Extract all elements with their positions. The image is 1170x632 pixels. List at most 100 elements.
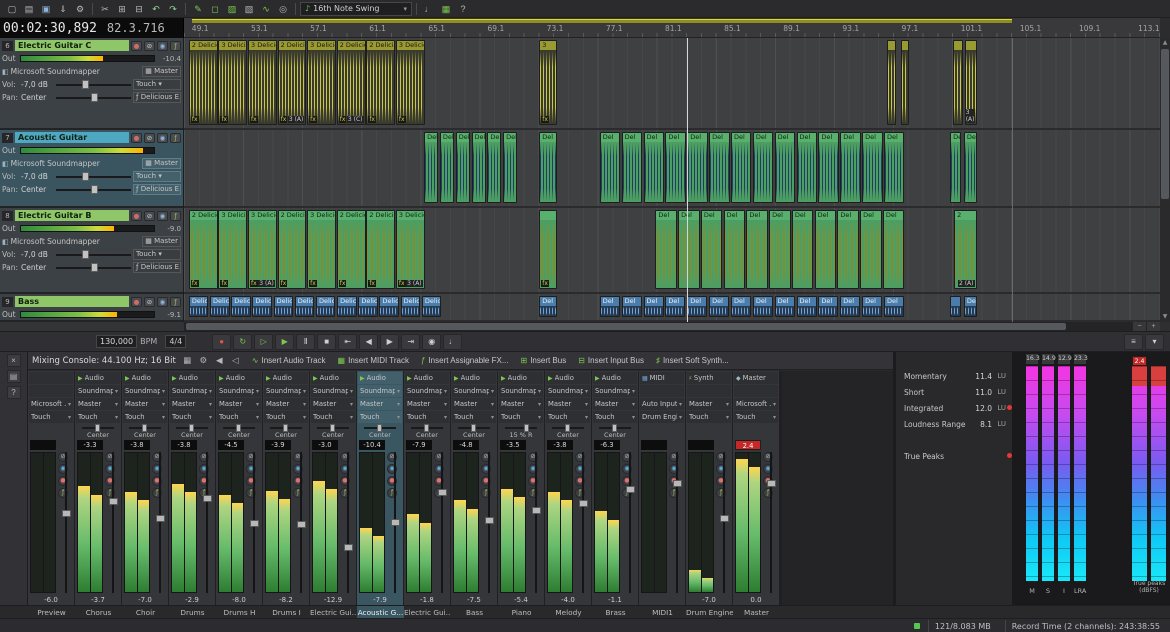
strip-fader[interactable]: [391, 452, 400, 593]
track-bus-button[interactable]: ▦ Master: [142, 236, 181, 247]
strip-pan-control[interactable]: [734, 424, 778, 439]
play-from-start-button[interactable]: ▷: [254, 334, 273, 350]
horizontal-scrollbar[interactable]: − +: [184, 322, 1160, 331]
clip-fx-badge[interactable]: fx: [191, 280, 199, 287]
audio-clip[interactable]: Del: [792, 210, 813, 289]
strip-selector-row[interactable]: Touch▾: [452, 411, 496, 423]
clip-fx-badge[interactable]: fx: [220, 280, 228, 287]
audio-clip[interactable]: Del: [622, 132, 642, 203]
strip-fader[interactable]: [673, 452, 682, 593]
envelope-tool-icon[interactable]: ∿: [258, 1, 274, 16]
audio-clip[interactable]: Delicious: [401, 296, 421, 317]
mute-icon[interactable]: ⊘: [144, 297, 155, 307]
strip-type-row[interactable]: ▶Audio: [217, 372, 261, 384]
strip-fader[interactable]: [720, 452, 729, 593]
strip-selector-row[interactable]: Soundmapper▾: [217, 385, 261, 397]
audio-clip[interactable]: Del: [883, 210, 904, 289]
clip-fx-badge[interactable]: fx: [541, 116, 549, 123]
mixer-channel-strip[interactable]: ▶AudioSoundmapper▾Master▾Touch▾Center-3.…: [122, 371, 168, 605]
mute-icon[interactable]: ⊘: [144, 211, 155, 221]
audio-clip[interactable]: Del: [797, 132, 817, 203]
volume-thumb[interactable]: [82, 250, 89, 259]
strip-fader[interactable]: [532, 452, 541, 593]
strip-selector-row[interactable]: Drum Engine▾: [640, 411, 684, 423]
track-device-select[interactable]: Microsoft Soundmapper: [11, 237, 141, 246]
audio-clip[interactable]: Del: [709, 132, 729, 203]
audio-clip[interactable]: Del: [862, 296, 882, 317]
insert-midi-track-button[interactable]: ▦Insert MIDI Track: [333, 353, 414, 368]
strip-selector-row[interactable]: Soundmapper▾: [405, 385, 449, 397]
strip-fader[interactable]: [109, 452, 118, 593]
audio-clip[interactable]: Del: [539, 132, 557, 203]
volume-slider[interactable]: [56, 249, 131, 260]
audio-clip[interactable]: Del: [687, 132, 707, 203]
track-fx-icon[interactable]: ƒ: [170, 133, 181, 143]
audio-clip[interactable]: 3 (A): [965, 40, 978, 125]
loop-region-bar[interactable]: [192, 19, 1012, 23]
metronome-toggle-button[interactable]: ♩: [443, 334, 462, 350]
strip-fader[interactable]: [250, 452, 259, 593]
channel-name[interactable]: Electric Gui...: [404, 606, 451, 618]
audio-clip[interactable]: Del: [731, 296, 751, 317]
automation-mode-button[interactable]: Touch ▾: [133, 171, 181, 182]
strip-pan-control[interactable]: Center: [405, 424, 449, 439]
track-fx-icon[interactable]: ƒ: [170, 41, 181, 51]
audio-clip[interactable]: Del: [709, 296, 729, 317]
mixer-channel-strip[interactable]: ◆MasterMicrosoft ...▾Touch▾2.4⊘◉●ƒ0.0: [733, 371, 779, 605]
strip-type-row[interactable]: ▦MIDI: [640, 372, 684, 384]
strip-type-row[interactable]: ▶Audio: [170, 372, 214, 384]
input-monitor-icon[interactable]: ▦: [438, 1, 454, 16]
strip-pan-control[interactable]: [687, 424, 731, 439]
audio-clip[interactable]: Del: [837, 210, 858, 289]
audio-clip[interactable]: Delicious: [422, 296, 442, 317]
zoom-out-button[interactable]: −: [1133, 322, 1146, 331]
audio-clip[interactable]: 3 Deliciofx3 (A): [248, 210, 277, 289]
mixer-channel-strip[interactable]: Microsoft ...▾Touch▾⊘◉●ƒ-6.0: [28, 371, 74, 605]
strip-selector-row[interactable]: Touch▾: [170, 411, 214, 423]
mixer-channel-strip[interactable]: ▶AudioSoundmapper▾Master▾Touch▾Center-3.…: [545, 371, 591, 605]
audio-clip[interactable]: Delicious: [358, 296, 378, 317]
copy-icon[interactable]: ⊞: [114, 1, 130, 16]
dim-output-icon[interactable]: ◁: [228, 354, 243, 368]
close-panel-button[interactable]: ×: [7, 354, 21, 367]
audio-clip[interactable]: [950, 296, 961, 317]
tempo-value[interactable]: 130,000: [96, 335, 137, 348]
audio-clip[interactable]: Delicious: [316, 296, 336, 317]
audio-clip[interactable]: Del: [884, 132, 904, 203]
fader-handle[interactable]: [297, 521, 306, 528]
channel-name[interactable]: Drums: [169, 606, 216, 618]
draw-tool-icon[interactable]: ✎: [190, 1, 206, 16]
strip-fader[interactable]: [203, 452, 212, 593]
strip-type-row[interactable]: ▶Audio: [405, 372, 449, 384]
mixer-channel-strip[interactable]: ▶AudioSoundmapper▾Master▾Touch▾Center-6.…: [592, 371, 638, 605]
track-name[interactable]: Electric Guitar C: [15, 40, 129, 51]
swing-select[interactable]: ♪16th Note Swing▾: [300, 2, 412, 16]
fader-handle[interactable]: [62, 510, 71, 517]
strip-type-row[interactable]: ▶Audio: [76, 372, 120, 384]
audio-clip[interactable]: fx: [539, 210, 557, 289]
channel-name[interactable]: Drum Engine: [686, 606, 733, 618]
cut-icon[interactable]: ✂: [97, 1, 113, 16]
fader-handle[interactable]: [767, 480, 776, 487]
record-button[interactable]: ●: [212, 334, 231, 350]
track-fx-chain-button[interactable]: ƒ Delicious E...: [133, 184, 181, 195]
clip-fx-badge[interactable]: fx: [398, 116, 406, 123]
automation-mode-button[interactable]: Touch ▾: [133, 249, 181, 260]
audio-clip[interactable]: 3 Deliciofx: [307, 210, 336, 289]
strip-pan-control[interactable]: Center: [264, 424, 308, 439]
strip-type-row[interactable]: ▶Audio: [546, 372, 590, 384]
track-name[interactable]: Electric Guitar B: [15, 210, 129, 221]
transport-options-button[interactable]: ▾: [1145, 334, 1164, 350]
strip-selector-row[interactable]: Touch▾: [734, 411, 778, 423]
strip-selector-row[interactable]: Touch▾: [311, 411, 355, 423]
open-project-icon[interactable]: ▤: [21, 1, 37, 16]
strip-selector-row[interactable]: Master▾: [311, 398, 355, 410]
audio-clip[interactable]: 3 Deliciofx: [307, 40, 336, 125]
audio-clip[interactable]: 2 Deliciofx: [189, 40, 218, 125]
paint-tool-icon[interactable]: ▨: [224, 1, 240, 16]
pan-slider[interactable]: [56, 262, 131, 273]
pan-thumb[interactable]: [91, 185, 98, 194]
new-file-icon[interactable]: ▢: [4, 1, 20, 16]
audio-clip[interactable]: 2 Deliciofx3 (C): [337, 40, 366, 125]
save-project-icon[interactable]: ▣: [38, 1, 54, 16]
